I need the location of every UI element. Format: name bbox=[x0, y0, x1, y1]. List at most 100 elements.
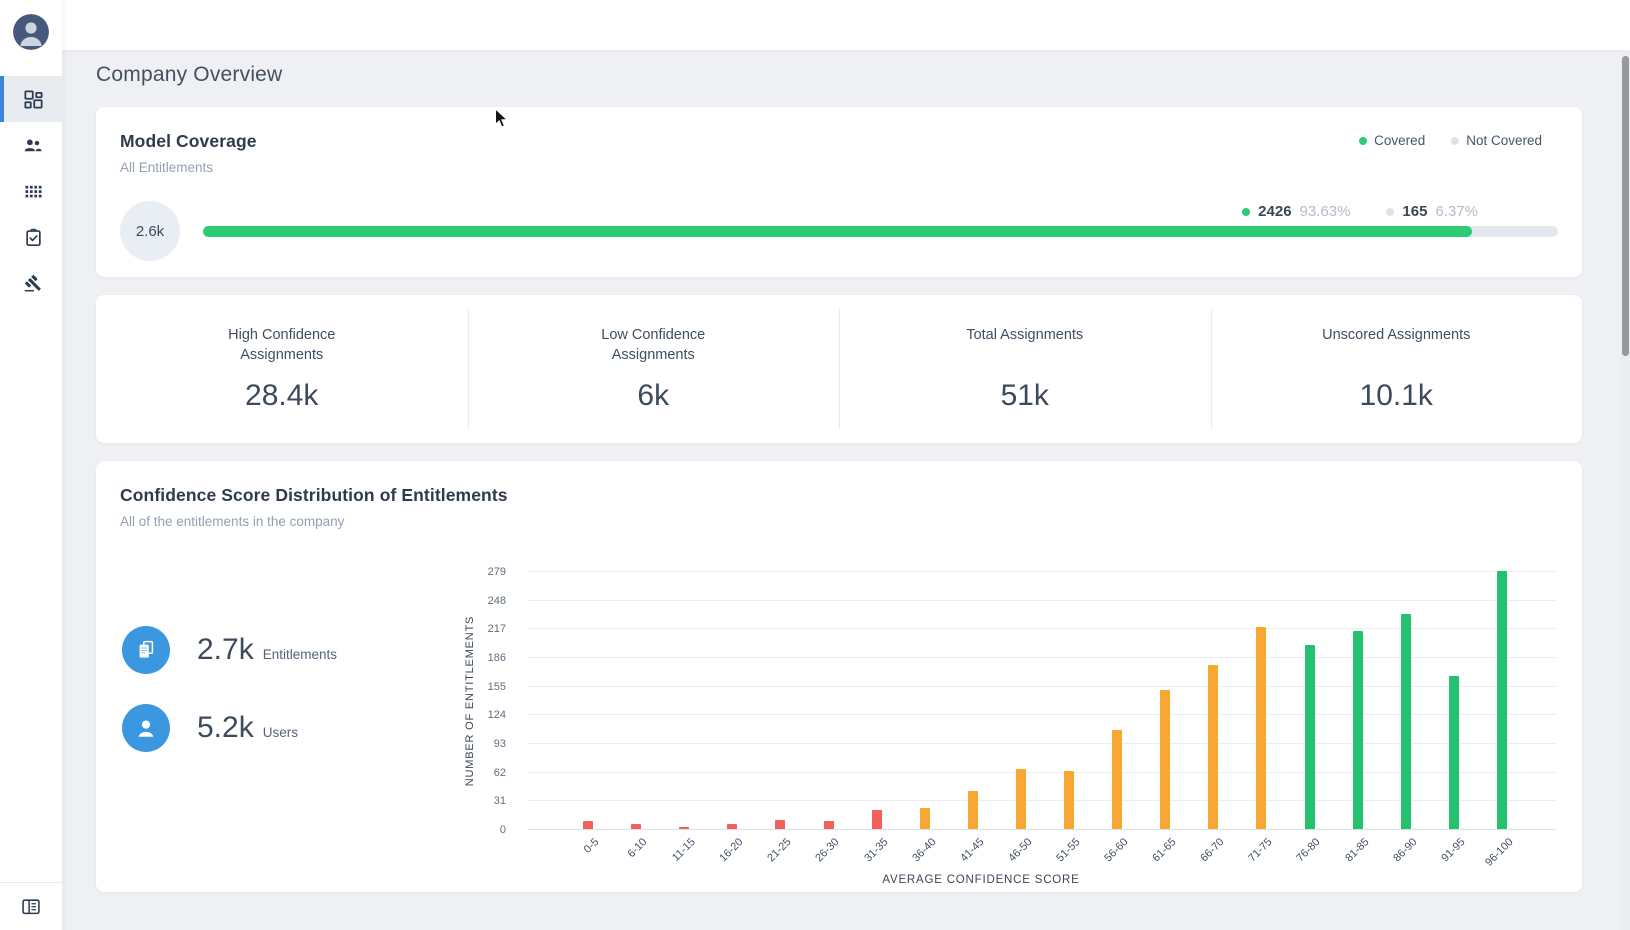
chart-y-axis-title: NUMBER OF ENTITLEMENTS bbox=[464, 616, 476, 786]
bar-31-35[interactable] bbox=[872, 810, 882, 829]
sidebar-footer bbox=[0, 882, 62, 930]
main-content: Company Overview Model Coverage All Enti… bbox=[62, 50, 1630, 930]
bar-46-50[interactable] bbox=[1016, 769, 1026, 829]
apps-grid-icon bbox=[24, 183, 43, 200]
scrollbar-track[interactable] bbox=[1621, 50, 1630, 930]
stat-column-0: High ConfidenceAssignments 28.4k bbox=[96, 295, 468, 443]
stat-label-line: High Confidence bbox=[228, 325, 335, 345]
sidebar-toggle-button[interactable] bbox=[21, 897, 41, 916]
stat-label: Low ConfidenceAssignments bbox=[601, 325, 705, 365]
x-tick-label: 61-65 bbox=[1150, 836, 1178, 864]
bar-11-15[interactable] bbox=[679, 827, 689, 829]
y-tick-label: 155 bbox=[452, 680, 506, 694]
bar-26-30[interactable] bbox=[824, 821, 834, 829]
bar-51-55[interactable] bbox=[1064, 771, 1074, 829]
bar-36-40[interactable] bbox=[920, 808, 930, 829]
gridline bbox=[528, 600, 1556, 601]
x-tick-label: 11-15 bbox=[670, 836, 698, 864]
stat-value: 10.1k bbox=[1360, 379, 1433, 413]
bar-66-70[interactable] bbox=[1208, 665, 1218, 829]
collapse-panel-icon bbox=[21, 897, 41, 916]
stat-label: Total Assignments bbox=[966, 325, 1083, 365]
legend-item-not-covered[interactable]: Not Covered bbox=[1451, 133, 1542, 148]
x-tick-label: 76-80 bbox=[1295, 836, 1323, 864]
summary-row-entitlements: 2.7kEntitlements bbox=[122, 626, 337, 674]
page-title: Company Overview bbox=[96, 63, 1582, 87]
x-tick-label: 31-35 bbox=[862, 836, 890, 864]
sidebar-nav bbox=[0, 76, 62, 306]
model-coverage-card: Model Coverage All Entitlements CoveredN… bbox=[96, 107, 1582, 277]
people-icon bbox=[23, 136, 43, 155]
stat-value: 28.4k bbox=[245, 379, 318, 413]
sidebar-item-clipboard-check[interactable] bbox=[0, 214, 62, 260]
x-tick-label: 66-70 bbox=[1198, 836, 1226, 864]
bar-0-5[interactable] bbox=[583, 821, 593, 829]
bar-71-75[interactable] bbox=[1256, 627, 1266, 829]
bar-6-10[interactable] bbox=[631, 824, 641, 829]
user-avatar[interactable] bbox=[13, 14, 49, 50]
x-tick-label: 36-40 bbox=[910, 836, 938, 864]
y-tick-label: 62 bbox=[452, 766, 506, 780]
bar-16-20[interactable] bbox=[727, 824, 737, 829]
stat-label-line: Assignments bbox=[228, 345, 335, 365]
stat-column-2: Total Assignments 51k bbox=[839, 295, 1211, 443]
x-tick-label: 91-95 bbox=[1439, 836, 1467, 864]
bar-81-85[interactable] bbox=[1353, 631, 1363, 829]
dashboard-icon bbox=[24, 90, 43, 109]
coverage-legend: Covered Not Covered bbox=[1359, 133, 1542, 148]
x-tick-label: 51-55 bbox=[1054, 836, 1082, 864]
bar-41-45[interactable] bbox=[968, 791, 978, 829]
y-tick-label: 217 bbox=[452, 622, 506, 636]
y-tick-label: 186 bbox=[452, 651, 506, 665]
sidebar-item-gavel[interactable] bbox=[0, 260, 62, 306]
x-tick-label: 6-10 bbox=[626, 836, 650, 860]
x-tick-label: 26-30 bbox=[814, 836, 842, 864]
sidebar-item-people[interactable] bbox=[0, 122, 62, 168]
legend-dot-icon bbox=[1451, 137, 1459, 145]
bar-76-80[interactable] bbox=[1305, 645, 1315, 829]
summary-text: 2.7kEntitlements bbox=[197, 633, 337, 667]
bar-86-90[interactable] bbox=[1401, 614, 1411, 829]
x-tick-label: 46-50 bbox=[1006, 836, 1034, 864]
x-tick-label: 41-45 bbox=[958, 836, 986, 864]
user-avatar-icon bbox=[13, 14, 49, 50]
bar-61-65[interactable] bbox=[1160, 690, 1170, 829]
legend-dot-icon bbox=[1359, 137, 1367, 145]
stat-value: 6k bbox=[637, 379, 669, 413]
legend-label: Covered bbox=[1374, 133, 1425, 148]
coverage-progress-fill bbox=[203, 226, 1472, 237]
scrollbar-thumb[interactable] bbox=[1622, 56, 1629, 356]
sidebar-item-apps-grid[interactable] bbox=[0, 168, 62, 214]
gridline bbox=[528, 829, 1556, 830]
clipboard-check-icon bbox=[24, 228, 43, 247]
sidebar-item-dashboard[interactable] bbox=[0, 76, 62, 122]
summary-text: 5.2kUsers bbox=[197, 711, 298, 745]
stat-label-line: Total Assignments bbox=[966, 325, 1083, 345]
summary-row-users: 5.2kUsers bbox=[122, 704, 337, 752]
bar-56-60[interactable] bbox=[1112, 730, 1122, 829]
summary-stats: 2.7kEntitlements 5.2kUsers bbox=[122, 626, 337, 752]
bar-21-25[interactable] bbox=[775, 820, 785, 829]
sidebar bbox=[0, 0, 62, 930]
gavel-icon bbox=[24, 274, 43, 293]
y-tick-label: 124 bbox=[452, 708, 506, 722]
distribution-card: Confidence Score Distribution of Entitle… bbox=[96, 461, 1582, 892]
x-tick-label: 0-5 bbox=[582, 836, 602, 856]
user-icon bbox=[122, 704, 170, 752]
legend-item-covered[interactable]: Covered bbox=[1359, 133, 1425, 148]
y-tick-label: 31 bbox=[452, 794, 506, 808]
y-tick-label: 248 bbox=[452, 594, 506, 608]
total-entitlements-badge: 2.6k bbox=[120, 201, 180, 261]
gridline bbox=[528, 571, 1556, 572]
bar-91-95[interactable] bbox=[1449, 676, 1459, 829]
bar-96-100[interactable] bbox=[1497, 571, 1507, 829]
stat-value: 51k bbox=[1001, 379, 1049, 413]
y-tick-label: 279 bbox=[452, 565, 506, 579]
x-tick-label: 21-25 bbox=[766, 836, 794, 864]
x-tick-label: 71-75 bbox=[1247, 836, 1275, 864]
coverage-progress-bar bbox=[203, 226, 1558, 237]
stat-label: Unscored Assignments bbox=[1322, 325, 1470, 365]
x-tick-label: 96-100 bbox=[1483, 836, 1516, 869]
x-tick-label: 86-90 bbox=[1391, 836, 1419, 864]
stat-column-3: Unscored Assignments 10.1k bbox=[1211, 295, 1583, 443]
